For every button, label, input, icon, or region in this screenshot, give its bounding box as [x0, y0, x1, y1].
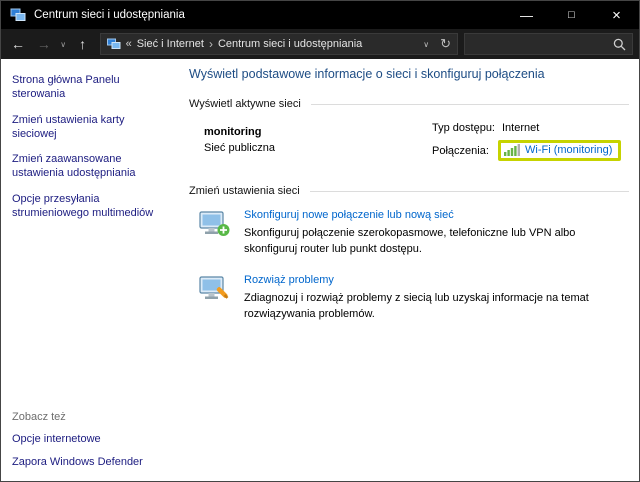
- search-icon[interactable]: [613, 38, 626, 51]
- breadcrumb-separator-icon: ›: [209, 37, 213, 51]
- access-type-label: Typ dostępu:: [432, 122, 502, 134]
- breadcrumb-collapsed-icon[interactable]: «: [126, 38, 132, 50]
- history-dropdown-icon[interactable]: ∨: [57, 29, 70, 59]
- search-input[interactable]: [471, 38, 613, 50]
- breadcrumb-parent[interactable]: Sieć i Internet: [137, 38, 204, 50]
- access-type-row: Typ dostępu: Internet: [432, 122, 629, 134]
- page-title: Wyświetl podstawowe informacje o sieci i…: [189, 67, 629, 81]
- see-also-header: Zobacz też: [12, 411, 143, 423]
- section-divider: [311, 104, 629, 105]
- network-name: monitoring: [204, 126, 432, 138]
- sidebar-item-adapter-settings[interactable]: Zmień ustawienia karty sieciowej: [12, 113, 162, 142]
- network-details: Typ dostępu: Internet Połączenia:: [432, 122, 629, 167]
- sidebar-item-advanced-sharing[interactable]: Zmień zaawansowane ustawienia udostępnia…: [12, 152, 162, 181]
- see-also-section: Zobacz też Opcje internetowe Zapora Wind…: [12, 411, 143, 469]
- task-text: Skonfiguruj nowe połączenie lub nową sie…: [244, 209, 629, 258]
- task-troubleshoot: Rozwiąż problemy Zdiagnozuj i rozwiąż pr…: [198, 274, 629, 323]
- change-settings-header-label: Zmień ustawienia sieci: [189, 185, 300, 197]
- new-connection-icon: [198, 209, 232, 258]
- navigation-toolbar: ← → ∨ ↑ « Sieć i Internet › Centrum siec…: [1, 29, 639, 59]
- window-controls: — □ ×: [504, 1, 639, 29]
- address-dropdown-icon[interactable]: ∨: [423, 40, 429, 49]
- wifi-signal-icon: [504, 144, 520, 156]
- sidebar-item-internet-options[interactable]: Opcje internetowe: [12, 432, 143, 446]
- active-networks-section-header: Wyświetl aktywne sieci: [189, 98, 629, 110]
- active-network-row: monitoring Sieć publiczna Typ dostępu: I…: [204, 122, 629, 167]
- setup-new-connection-link[interactable]: Skonfiguruj nowe połączenie lub nową sie…: [244, 209, 454, 221]
- connections-label: Połączenia:: [432, 145, 502, 157]
- access-type-value: Internet: [502, 122, 539, 134]
- task-text: Rozwiąż problemy Zdiagnozuj i rozwiąż pr…: [244, 274, 629, 323]
- wifi-connection-link[interactable]: Wi-Fi (monitoring): [525, 144, 612, 156]
- change-settings-section-header: Zmień ustawienia sieci: [189, 185, 629, 197]
- sidebar-item-defender-firewall[interactable]: Zapora Windows Defender: [12, 455, 143, 469]
- breadcrumb-current[interactable]: Centrum sieci i udostępniania: [218, 38, 362, 50]
- connection-highlight-annotation: Wi-Fi (monitoring): [498, 140, 621, 161]
- task-setup-new-connection: Skonfiguruj nowe połączenie lub nową sie…: [198, 209, 629, 258]
- active-networks-header-label: Wyświetl aktywne sieci: [189, 98, 301, 110]
- window-body: Strona główna Panelu sterowania Zmień us…: [1, 59, 639, 481]
- sidebar: Strona główna Panelu sterowania Zmień us…: [1, 59, 181, 481]
- sidebar-item-media-streaming[interactable]: Opcje przesyłania strumieniowego multime…: [12, 192, 162, 221]
- setup-new-connection-description: Skonfiguruj połączenie szerokopasmowe, t…: [244, 226, 629, 258]
- location-icon: [107, 38, 121, 50]
- window-title: Centrum sieci i udostępniania: [34, 9, 185, 21]
- section-divider: [310, 191, 629, 192]
- network-identity: monitoring Sieć publiczna: [204, 122, 432, 167]
- search-box[interactable]: [464, 33, 633, 55]
- titlebar: Centrum sieci i udostępniania — □ ×: [1, 1, 639, 29]
- address-bar-controls: ∨ ↻: [423, 36, 451, 52]
- network-profile: Sieć publiczna: [204, 142, 432, 154]
- sidebar-item-control-panel-home[interactable]: Strona główna Panelu sterowania: [12, 73, 162, 102]
- up-button[interactable]: ↑: [70, 29, 96, 59]
- network-sharing-center-window: Centrum sieci i udostępniania — □ × ← → …: [0, 0, 640, 482]
- troubleshoot-description: Zdiagnozuj i rozwiąż problemy z siecią l…: [244, 291, 629, 323]
- troubleshoot-icon: [198, 274, 232, 323]
- connections-row: Połączenia: Wi: [432, 140, 629, 161]
- refresh-icon[interactable]: ↻: [440, 36, 451, 52]
- maximize-button[interactable]: □: [549, 1, 594, 29]
- minimize-button[interactable]: —: [504, 1, 549, 29]
- address-bar[interactable]: « Sieć i Internet › Centrum sieci i udos…: [100, 33, 458, 55]
- main-content: Wyświetl podstawowe informacje o sieci i…: [181, 59, 639, 481]
- troubleshoot-link[interactable]: Rozwiąż problemy: [244, 274, 334, 286]
- close-button[interactable]: ×: [594, 1, 639, 29]
- app-icon: [10, 7, 26, 23]
- back-button[interactable]: ←: [5, 29, 31, 59]
- forward-button[interactable]: →: [31, 29, 57, 59]
